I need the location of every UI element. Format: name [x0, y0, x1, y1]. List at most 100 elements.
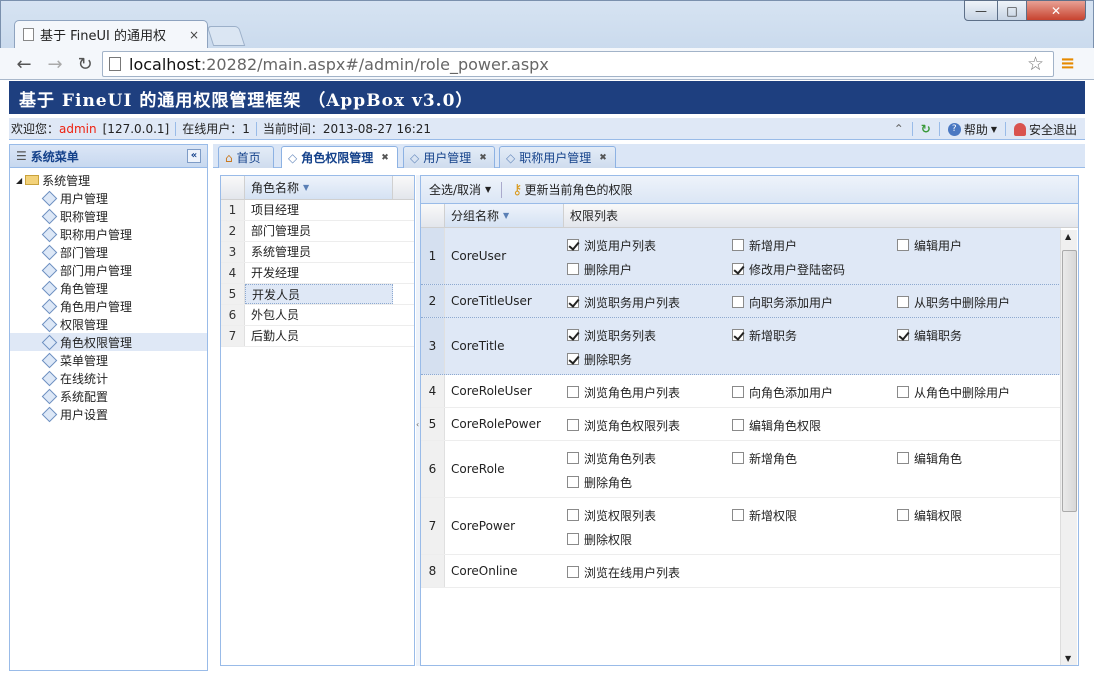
sidebar-item[interactable]: 用户设置 — [10, 405, 207, 423]
checkbox[interactable] — [567, 452, 579, 464]
reload-icon[interactable]: ↻ — [73, 52, 97, 76]
power-checkbox-item[interactable]: 向职务添加用户 — [729, 290, 894, 314]
power-checkbox-item[interactable]: 从职务中删除用户 — [894, 290, 1059, 314]
page-info-icon[interactable] — [109, 57, 121, 71]
logout-button[interactable]: 安全退出 — [1013, 121, 1077, 138]
power-checkbox-item[interactable]: 编辑角色 — [894, 446, 1059, 470]
tab-close-icon[interactable]: ✖ — [479, 153, 487, 163]
select-all-button[interactable]: 全选/取消 ▼ — [429, 181, 491, 198]
power-checkbox-item[interactable]: 删除用户 — [564, 257, 729, 281]
splitter-arrow-icon[interactable]: ‹ — [416, 420, 419, 429]
power-checkbox-item[interactable]: 浏览职务列表 — [564, 323, 729, 347]
power-checkbox-item[interactable]: 编辑职务 — [894, 323, 1059, 347]
table-row[interactable]: 3 系统管理员 — [221, 242, 414, 263]
power-checkbox-item[interactable]: 浏览角色用户列表 — [564, 380, 729, 404]
power-checkbox-item[interactable]: 浏览角色列表 — [564, 446, 729, 470]
tab-close-icon[interactable]: ✖ — [381, 153, 389, 163]
checkbox[interactable] — [732, 239, 744, 251]
table-row[interactable]: 6 CoreRole 浏览角色列表 新增角色 编辑角色 删除角色 — [421, 441, 1061, 498]
checkbox[interactable] — [732, 452, 744, 464]
help-button[interactable]: ? 帮助 ▼ — [947, 121, 997, 138]
power-checkbox-item[interactable]: 删除角色 — [564, 470, 729, 494]
minimize-button[interactable]: — — [964, 0, 998, 21]
address-bar[interactable]: localhost:20282/main.aspx#/admin/role_po… — [102, 51, 1054, 77]
role-name-column-header[interactable]: 角色名称 ▼ — [245, 176, 393, 199]
sidebar-item[interactable]: 用户管理 — [10, 189, 207, 207]
checkbox[interactable] — [732, 419, 744, 431]
scroll-up-icon[interactable]: ▲ — [1065, 232, 1071, 241]
power-checkbox-item[interactable]: 新增职务 — [729, 323, 894, 347]
table-row[interactable]: 3 CoreTitle 浏览职务列表 新增职务 编辑职务 删除职务 — [421, 318, 1061, 375]
power-checkbox-item[interactable]: 向角色添加用户 — [729, 380, 894, 404]
power-checkbox-item[interactable]: 删除职务 — [564, 347, 729, 371]
refresh-icon[interactable]: ↻ — [921, 122, 931, 136]
sidebar-item[interactable]: 权限管理 — [10, 315, 207, 333]
vertical-scrollbar[interactable]: ▲ ▼ — [1060, 230, 1077, 665]
checkbox[interactable] — [567, 566, 579, 578]
power-checkbox-item[interactable]: 浏览用户列表 — [564, 233, 729, 257]
table-row[interactable]: 7 CorePower 浏览权限列表 新增权限 编辑权限 删除权限 — [421, 498, 1061, 555]
back-arrow-icon[interactable]: ← — [12, 52, 36, 76]
table-row[interactable]: 5 CoreRolePower 浏览角色权限列表 编辑角色权限 — [421, 408, 1061, 441]
sidebar-item[interactable]: 职称用户管理 — [10, 225, 207, 243]
sidebar-item[interactable]: 职称管理 — [10, 207, 207, 225]
table-row[interactable]: 2 CoreTitleUser 浏览职务用户列表 向职务添加用户 从职务中删除用户 — [421, 285, 1061, 318]
tab-close-icon[interactable]: × — [189, 28, 199, 42]
sidebar-item[interactable]: 菜单管理 — [10, 351, 207, 369]
checkbox[interactable] — [567, 533, 579, 545]
table-row[interactable]: 7 后勤人员 — [221, 326, 414, 347]
tab-1[interactable]: ◇ 角色权限管理 ✖ — [281, 146, 398, 168]
checkbox[interactable] — [732, 329, 744, 341]
power-checkbox-item[interactable]: 编辑权限 — [894, 503, 1059, 527]
table-row[interactable]: 1 CoreUser 浏览用户列表 新增用户 编辑用户 删除用户 修改用户登陆密码 — [421, 228, 1061, 285]
checkbox[interactable] — [567, 509, 579, 521]
collapse-up-icon[interactable]: ⌃ — [894, 122, 904, 136]
checkbox[interactable] — [567, 419, 579, 431]
sidebar-item[interactable]: 部门管理 — [10, 243, 207, 261]
new-tab-button[interactable] — [206, 26, 246, 46]
power-checkbox-item[interactable]: 浏览角色权限列表 — [564, 413, 729, 437]
expand-icon[interactable]: ◢ — [16, 176, 22, 185]
table-row[interactable]: 5 开发人员 — [221, 284, 414, 305]
checkbox[interactable] — [897, 239, 909, 251]
tab-3[interactable]: ◇ 职称用户管理 ✖ — [499, 146, 616, 168]
checkbox[interactable] — [897, 452, 909, 464]
browser-tab[interactable]: 基于 FineUI 的通用权 × — [14, 20, 208, 48]
tab-2[interactable]: ◇ 用户管理 ✖ — [403, 146, 495, 168]
scroll-down-icon[interactable]: ▼ — [1065, 654, 1071, 663]
sidebar-item[interactable]: 系统配置 — [10, 387, 207, 405]
scrollbar-thumb[interactable] — [1062, 250, 1077, 512]
power-checkbox-item[interactable]: 新增角色 — [729, 446, 894, 470]
power-checkbox-item[interactable]: 浏览权限列表 — [564, 503, 729, 527]
tree-root-node[interactable]: ◢ 系统管理 — [10, 171, 207, 189]
table-row[interactable]: 1 项目经理 — [221, 200, 414, 221]
checkbox[interactable] — [732, 263, 744, 275]
power-checkbox-item[interactable]: 编辑用户 — [894, 233, 1059, 257]
checkbox[interactable] — [567, 296, 579, 308]
tab-close-icon[interactable]: ✖ — [599, 153, 607, 163]
bookmark-star-icon[interactable]: ☆ — [1027, 53, 1044, 75]
checkbox[interactable] — [732, 509, 744, 521]
table-row[interactable]: 4 CoreRoleUser 浏览角色用户列表 向角色添加用户 从角色中删除用户 — [421, 375, 1061, 408]
power-checkbox-item[interactable]: 新增权限 — [729, 503, 894, 527]
checkbox[interactable] — [567, 329, 579, 341]
group-name-column-header[interactable]: 分组名称 ▼ — [445, 204, 564, 227]
checkbox[interactable] — [567, 386, 579, 398]
power-checkbox-item[interactable]: 浏览职务用户列表 — [564, 290, 729, 314]
forward-arrow-icon[interactable]: → — [43, 52, 67, 76]
collapse-sidebar-button[interactable]: « — [187, 149, 201, 163]
checkbox[interactable] — [567, 239, 579, 251]
sidebar-item[interactable]: 角色用户管理 — [10, 297, 207, 315]
checkbox[interactable] — [567, 263, 579, 275]
update-power-button[interactable]: ⚷ 更新当前角色的权限 — [512, 181, 632, 198]
checkbox[interactable] — [567, 476, 579, 488]
power-checkbox-item[interactable]: 新增用户 — [729, 233, 894, 257]
sidebar-item[interactable]: 部门用户管理 — [10, 261, 207, 279]
power-checkbox-item[interactable]: 浏览在线用户列表 — [564, 560, 729, 584]
sidebar-item[interactable]: 在线统计 — [10, 369, 207, 387]
checkbox[interactable] — [897, 386, 909, 398]
tab-0[interactable]: ⌂ 首页 — [218, 146, 274, 168]
checkbox[interactable] — [897, 509, 909, 521]
menu-icon[interactable]: ≡ — [1060, 53, 1075, 74]
table-row[interactable]: 4 开发经理 — [221, 263, 414, 284]
